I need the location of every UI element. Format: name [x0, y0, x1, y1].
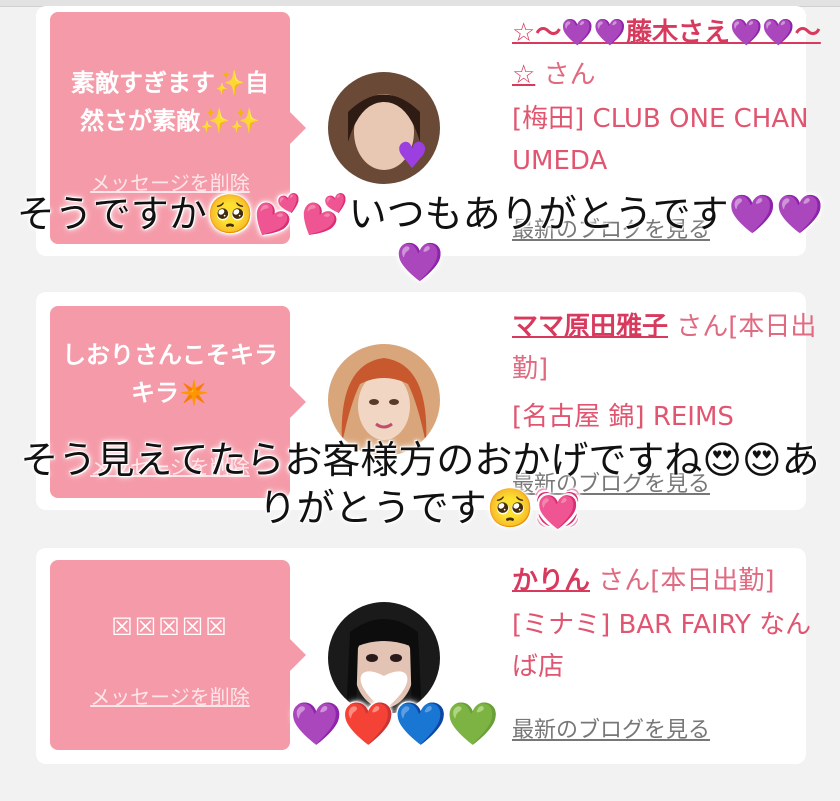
cast-name-link[interactable]: ママ原田雅子	[512, 312, 668, 342]
message-bubble: ☒☒☒☒☒ メッセージを削除	[50, 560, 306, 750]
cast-name-link[interactable]: かりん	[512, 566, 590, 596]
message-text: しおりさんこそキラキラ✴️	[62, 341, 278, 407]
overlay-caption-2: そう見えてたらお客様方のおかげですね😍😍ありがとうです🥺💓	[20, 438, 820, 530]
cast-info: ママ原田雅子 さん[本日出勤] [名古屋 錦] REIMS	[512, 306, 822, 438]
shop-name: [梅田] CLUB ONE CHAN UMEDA	[512, 104, 809, 176]
svg-text:♥: ♥	[396, 136, 428, 177]
name-suffix: さん[本日出勤]	[598, 566, 775, 596]
overlay-hearts: 💜❤️💙💚	[290, 699, 500, 748]
cast-info: ☆〜💜💜藤木さえ💜💜〜☆ さん [梅田] CLUB ONE CHAN UMEDA	[512, 12, 822, 182]
avatar-photo: ♥	[328, 72, 440, 184]
overlay-caption-1: そうですか🥺💕💕いつもありがとうです💜💜💜	[16, 192, 824, 284]
delete-message-link[interactable]: メッセージを削除	[50, 678, 290, 716]
shop-name: [ミナミ] BAR FAIRY なんば店	[512, 610, 812, 682]
name-suffix: さん	[543, 60, 596, 90]
message-text: 素敵すぎます✨自然さが素敵✨✨	[71, 69, 269, 135]
avatar[interactable]: ♥	[328, 72, 440, 184]
avatar-photo	[328, 602, 440, 714]
latest-blog-link[interactable]: 最新のブログを見る	[512, 712, 710, 744]
shop-name: [名古屋 錦] REIMS	[512, 402, 734, 432]
avatar[interactable]	[328, 602, 440, 714]
cast-info: かりん さん[本日出勤] [ミナミ] BAR FAIRY なんば店	[512, 560, 822, 688]
message-text: ☒☒☒☒☒	[111, 613, 229, 641]
